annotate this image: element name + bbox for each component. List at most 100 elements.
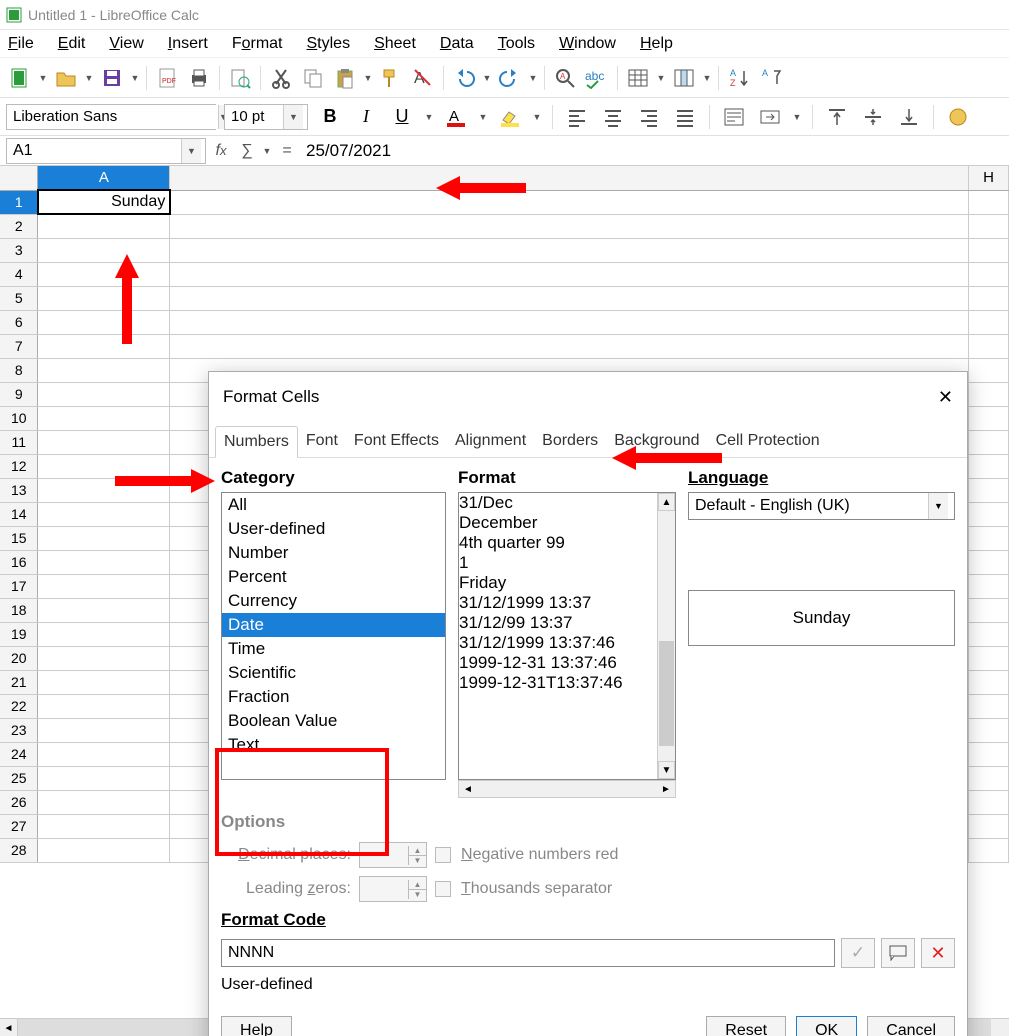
cell[interactable]: [170, 214, 969, 238]
row-header[interactable]: 5: [0, 286, 38, 310]
cell[interactable]: [38, 214, 170, 238]
cell[interactable]: [969, 214, 1009, 238]
highlight-icon[interactable]: [496, 103, 524, 131]
category-item[interactable]: Scientific: [222, 661, 445, 685]
function-wizard-icon[interactable]: fx: [210, 142, 232, 160]
format-item[interactable]: 1999-12-31T13:37:46: [459, 673, 657, 693]
formula-input[interactable]: [302, 139, 1003, 163]
dropdown-icon[interactable]: ▼: [283, 105, 303, 129]
cell[interactable]: [969, 598, 1009, 622]
row-header[interactable]: 7: [0, 334, 38, 358]
dropdown-icon[interactable]: ▼: [262, 146, 272, 156]
cell[interactable]: [38, 790, 170, 814]
row-icon[interactable]: [624, 64, 652, 92]
cell[interactable]: [969, 190, 1009, 214]
cell[interactable]: [38, 430, 170, 454]
vertical-scrollbar[interactable]: ▲ ▼: [657, 493, 675, 779]
cell[interactable]: [969, 502, 1009, 526]
category-item[interactable]: All: [222, 493, 445, 517]
cell[interactable]: [969, 790, 1009, 814]
column-header-A[interactable]: A: [38, 166, 170, 190]
menu-data[interactable]: Data: [440, 35, 474, 53]
tab-cell-protection[interactable]: Cell Protection: [708, 426, 828, 457]
menu-insert[interactable]: Insert: [168, 35, 208, 53]
equals-icon[interactable]: =: [276, 142, 298, 160]
cell[interactable]: [969, 670, 1009, 694]
format-item[interactable]: 31/Dec: [459, 493, 657, 513]
currency-icon[interactable]: [944, 103, 972, 131]
cell[interactable]: [969, 286, 1009, 310]
cell[interactable]: [969, 478, 1009, 502]
font-size-input[interactable]: [225, 105, 283, 129]
tab-borders[interactable]: Borders: [534, 426, 606, 457]
sort-icon[interactable]: AZ: [725, 64, 753, 92]
row-header[interactable]: 27: [0, 814, 38, 838]
column-icon[interactable]: [670, 64, 698, 92]
row-header[interactable]: 3: [0, 238, 38, 262]
cut-icon[interactable]: [267, 64, 295, 92]
cell[interactable]: [969, 526, 1009, 550]
cell[interactable]: [38, 502, 170, 526]
menu-tools[interactable]: Tools: [498, 35, 535, 53]
dropdown-icon[interactable]: ▼: [928, 493, 948, 519]
cell[interactable]: [969, 574, 1009, 598]
dropdown-icon[interactable]: ▼: [84, 73, 94, 83]
copy-icon[interactable]: [299, 64, 327, 92]
language-combo[interactable]: Default - English (UK) ▼: [688, 492, 955, 520]
cell[interactable]: [38, 574, 170, 598]
row-header[interactable]: 28: [0, 838, 38, 862]
cell[interactable]: [969, 646, 1009, 670]
category-listbox[interactable]: AllUser-definedNumberPercentCurrencyDate…: [221, 492, 446, 780]
cell[interactable]: [38, 814, 170, 838]
edit-comment-button[interactable]: [881, 938, 915, 968]
align-justify-icon[interactable]: [671, 103, 699, 131]
row-header[interactable]: 11: [0, 430, 38, 454]
menu-edit[interactable]: Edit: [58, 35, 86, 53]
menu-view[interactable]: View: [109, 35, 143, 53]
cell[interactable]: [38, 646, 170, 670]
row-header[interactable]: 6: [0, 310, 38, 334]
cell[interactable]: [170, 334, 969, 358]
dropdown-icon[interactable]: ▼: [528, 73, 538, 83]
cell[interactable]: [38, 334, 170, 358]
wrap-text-icon[interactable]: [720, 103, 748, 131]
scroll-left-icon[interactable]: ◄: [0, 1019, 18, 1036]
tab-alignment[interactable]: Alignment: [447, 426, 534, 457]
dropdown-icon[interactable]: ▼: [478, 112, 488, 122]
row-header[interactable]: 9: [0, 382, 38, 406]
dropdown-icon[interactable]: ▼: [482, 73, 492, 83]
save-icon[interactable]: [98, 64, 126, 92]
ok-button[interactable]: OK: [796, 1016, 857, 1036]
format-item[interactable]: Friday: [459, 573, 657, 593]
cell[interactable]: [969, 382, 1009, 406]
dropdown-icon[interactable]: ▼: [130, 73, 140, 83]
tab-numbers[interactable]: Numbers: [215, 426, 298, 458]
cell[interactable]: [38, 286, 170, 310]
scroll-down-icon[interactable]: ▼: [658, 761, 675, 779]
menu-window[interactable]: Window: [559, 35, 616, 53]
font-color-icon[interactable]: A: [442, 103, 470, 131]
horizontal-scrollbar[interactable]: ◄ ►: [458, 780, 676, 798]
category-item[interactable]: User-defined: [222, 517, 445, 541]
cell[interactable]: [38, 478, 170, 502]
row-header[interactable]: 12: [0, 454, 38, 478]
cell[interactable]: [170, 238, 969, 262]
category-item[interactable]: Number: [222, 541, 445, 565]
cell[interactable]: [38, 670, 170, 694]
cell[interactable]: [38, 358, 170, 382]
cell[interactable]: Sunday: [38, 190, 170, 214]
row-header[interactable]: 24: [0, 742, 38, 766]
dropdown-icon[interactable]: ▼: [181, 139, 201, 163]
category-item[interactable]: Date: [222, 613, 445, 637]
cell[interactable]: [969, 454, 1009, 478]
format-item[interactable]: 4th quarter 99: [459, 533, 657, 553]
category-item[interactable]: Boolean Value: [222, 709, 445, 733]
cell[interactable]: [38, 262, 170, 286]
format-item[interactable]: 1999-12-31 13:37:46: [459, 653, 657, 673]
print-icon[interactable]: [185, 64, 213, 92]
dropdown-icon[interactable]: ▼: [363, 73, 373, 83]
dropdown-icon[interactable]: ▼: [38, 73, 48, 83]
tab-font-effects[interactable]: Font Effects: [346, 426, 447, 457]
menu-help[interactable]: Help: [640, 35, 673, 53]
undo-icon[interactable]: [450, 64, 478, 92]
